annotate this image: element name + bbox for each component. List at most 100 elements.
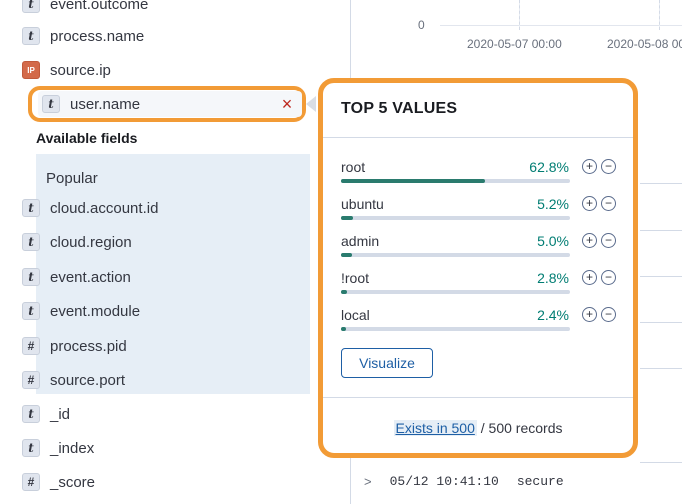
filter-for-value-icon[interactable]: +	[582, 307, 597, 322]
field-name: source.port	[50, 371, 126, 389]
field-item-source-ip[interactable]: IP source.ip	[22, 55, 312, 85]
top-value-bar-fill	[341, 327, 347, 331]
records-text: / 500 records	[476, 420, 563, 436]
document-timestamp: 05/12 10:41:10	[389, 474, 499, 489]
top-value-bar-track	[341, 179, 570, 183]
popular-title: Popular	[46, 170, 98, 187]
top-value-label: local	[341, 307, 370, 323]
popover-footer: Exists in 500 / 500 records	[323, 420, 633, 436]
top-value-bar-track	[341, 327, 570, 331]
top-value-label: !root	[341, 270, 370, 286]
document-value: secure	[516, 474, 564, 489]
top-value-bar-fill	[341, 216, 353, 220]
field-item-id[interactable]: t _id	[22, 399, 312, 429]
top-value-row: admin 5.0% + −	[341, 233, 621, 263]
top-value-percent: 62.8%	[529, 159, 569, 175]
top-value-percent: 5.0%	[537, 233, 569, 249]
field-item-cloud-account-id[interactable]: t cloud.account.id	[22, 193, 312, 223]
row-divider	[640, 183, 682, 184]
field-name: _score	[50, 473, 96, 491]
field-item-index[interactable]: t _index	[22, 433, 312, 463]
string-type-icon: t	[22, 233, 40, 251]
field-item-score[interactable]: # _score	[22, 467, 312, 497]
string-type-icon: t	[22, 0, 40, 13]
field-item-cloud-region[interactable]: t cloud.region	[22, 227, 312, 257]
document-row[interactable]: > 05/12 10:41:10 secure	[364, 474, 564, 489]
top-value-bar-track	[341, 253, 570, 257]
field-name: event.module	[50, 302, 141, 320]
field-name: cloud.region	[50, 233, 132, 251]
top-value-row: root 62.8% + −	[341, 159, 621, 189]
number-type-icon: #	[22, 473, 40, 491]
field-item-process-pid[interactable]: # process.pid	[22, 331, 312, 361]
field-name: process.pid	[50, 337, 127, 355]
top-value-row: !root 2.8% + −	[341, 270, 621, 300]
string-type-icon: t	[22, 439, 40, 457]
top-value-row: ubuntu 5.2% + −	[341, 196, 621, 226]
number-type-icon: #	[22, 371, 40, 389]
top-value-bar-track	[341, 290, 570, 294]
top-value-bar-track	[341, 216, 570, 220]
filter-out-value-icon[interactable]: −	[601, 307, 616, 322]
top-value-percent: 2.4%	[537, 307, 569, 323]
filter-for-value-icon[interactable]: +	[582, 196, 597, 211]
filter-for-value-icon[interactable]: +	[582, 270, 597, 285]
filter-for-value-icon[interactable]: +	[582, 233, 597, 248]
field-name: process.name	[50, 27, 145, 45]
expand-chevron-icon[interactable]: >	[364, 474, 372, 489]
top-value-label: root	[341, 159, 366, 175]
histogram-x-tick: 2020-05-08 00:00	[607, 37, 682, 51]
filter-for-value-icon[interactable]: +	[582, 159, 597, 174]
histogram-x-tick: 2020-05-07 00:00	[467, 37, 562, 51]
selected-field-user-name[interactable]: t user.name ×	[28, 86, 306, 122]
top-value-label: admin	[341, 233, 380, 249]
selected-field-body[interactable]: t user.name	[38, 91, 302, 117]
filter-out-value-icon[interactable]: −	[601, 270, 616, 285]
field-name: source.ip	[50, 61, 111, 79]
field-item-event-module[interactable]: t event.module	[22, 296, 312, 326]
histogram-y-zero-label: 0	[418, 18, 425, 32]
filter-out-value-icon[interactable]: −	[601, 196, 616, 211]
field-item-process-name[interactable]: t process.name	[22, 21, 312, 51]
filter-out-value-icon[interactable]: −	[601, 233, 616, 248]
field-name: _index	[50, 439, 95, 457]
number-type-icon: #	[22, 337, 40, 355]
string-type-icon: t	[22, 405, 40, 423]
field-item-event-outcome[interactable]: t event.outcome	[22, 0, 312, 19]
field-item-event-action[interactable]: t event.action	[22, 262, 312, 292]
string-type-icon: t	[22, 27, 40, 45]
top-value-row: local 2.4% + −	[341, 307, 621, 337]
available-fields-title: Available fields	[36, 130, 138, 146]
top-values-popover	[318, 78, 638, 458]
filter-out-value-icon[interactable]: −	[601, 159, 616, 174]
exists-in-link[interactable]: Exists in 500	[393, 420, 477, 436]
row-divider	[640, 230, 682, 231]
ip-type-icon: IP	[22, 61, 40, 79]
popover-title: TOP 5 VALUES	[341, 100, 458, 117]
popover-arrow	[306, 96, 316, 112]
string-type-icon: t	[22, 199, 40, 217]
remove-field-icon[interactable]: ×	[278, 95, 296, 113]
field-item-source-port[interactable]: # source.port	[22, 365, 312, 395]
top-value-percent: 5.2%	[537, 196, 569, 212]
top-value-bar-fill	[341, 253, 353, 257]
popover-divider	[323, 397, 633, 398]
row-divider	[640, 462, 682, 463]
visualize-button[interactable]: Visualize	[341, 348, 433, 378]
histogram-gridline	[519, 0, 520, 30]
top-value-bar-fill	[341, 179, 485, 183]
row-divider	[640, 368, 682, 369]
histogram-x-axis	[440, 25, 682, 26]
top-value-label: ubuntu	[341, 196, 384, 212]
field-name: cloud.account.id	[50, 199, 159, 217]
histogram-gridline	[659, 0, 660, 30]
row-divider	[640, 276, 682, 277]
string-type-icon: t	[22, 268, 40, 286]
field-name: event.outcome	[50, 0, 149, 13]
row-divider	[640, 322, 682, 323]
popover-divider	[323, 137, 633, 138]
field-name: _id	[50, 405, 71, 423]
field-name: user.name	[70, 95, 141, 113]
string-type-icon: t	[22, 302, 40, 320]
top-value-percent: 2.8%	[537, 270, 569, 286]
